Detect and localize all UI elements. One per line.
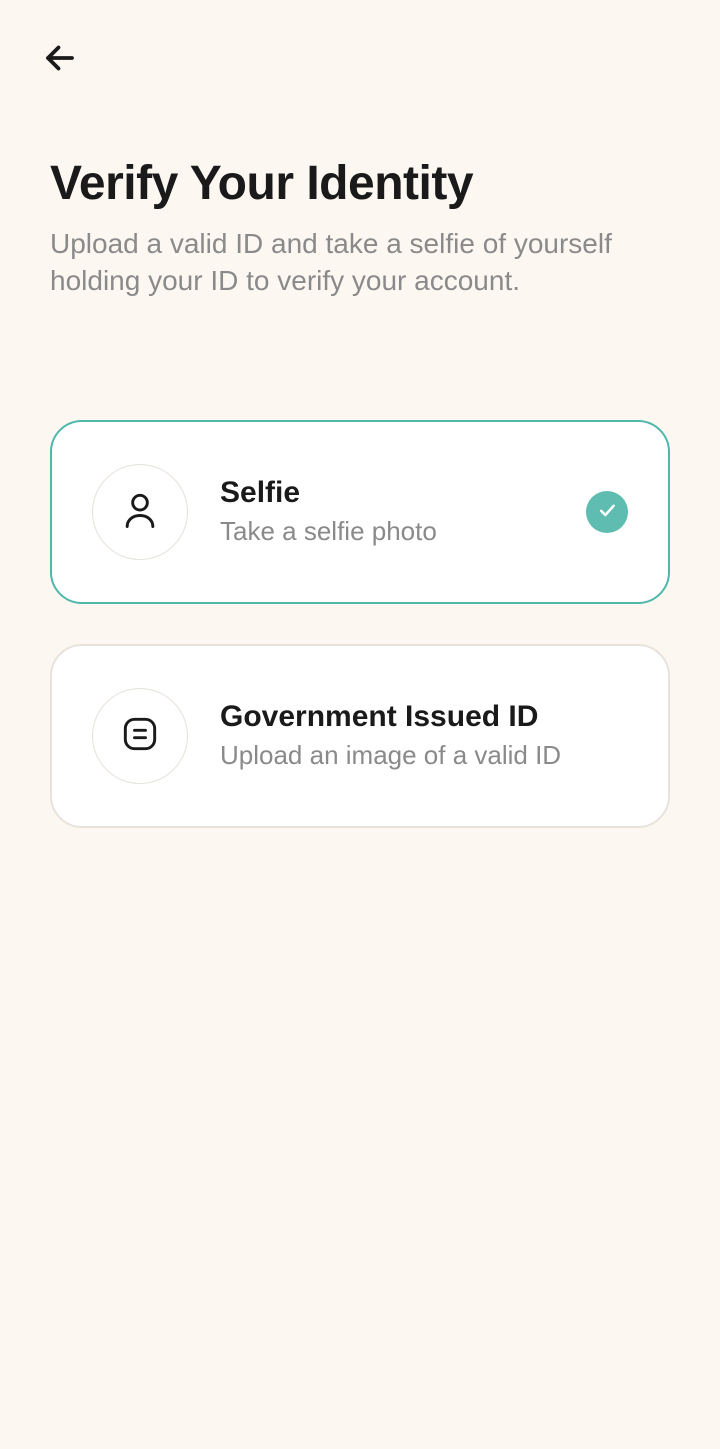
page-title: Verify Your Identity: [50, 155, 670, 213]
option-content: Government Issued ID Upload an image of …: [220, 699, 628, 773]
option-icon-circle: [92, 688, 188, 784]
id-card-icon: [118, 712, 162, 761]
option-government-id[interactable]: Government Issued ID Upload an image of …: [50, 644, 670, 828]
user-icon: [118, 488, 162, 537]
options-list: Selfie Take a selfie photo Government Is…: [50, 420, 670, 868]
option-subtitle: Take a selfie photo: [220, 515, 554, 549]
back-button[interactable]: [40, 40, 80, 80]
option-title: Selfie: [220, 475, 554, 511]
page-subtitle: Upload a valid ID and take a selfie of y…: [50, 225, 670, 301]
option-content: Selfie Take a selfie photo: [220, 475, 554, 549]
option-selfie[interactable]: Selfie Take a selfie photo: [50, 420, 670, 604]
header: Verify Your Identity Upload a valid ID a…: [50, 155, 670, 300]
check-icon: [597, 500, 617, 525]
option-icon-circle: [92, 464, 188, 560]
check-badge: [586, 491, 628, 533]
arrow-left-icon: [42, 40, 78, 81]
option-title: Government Issued ID: [220, 699, 628, 735]
option-subtitle: Upload an image of a valid ID: [220, 739, 628, 773]
